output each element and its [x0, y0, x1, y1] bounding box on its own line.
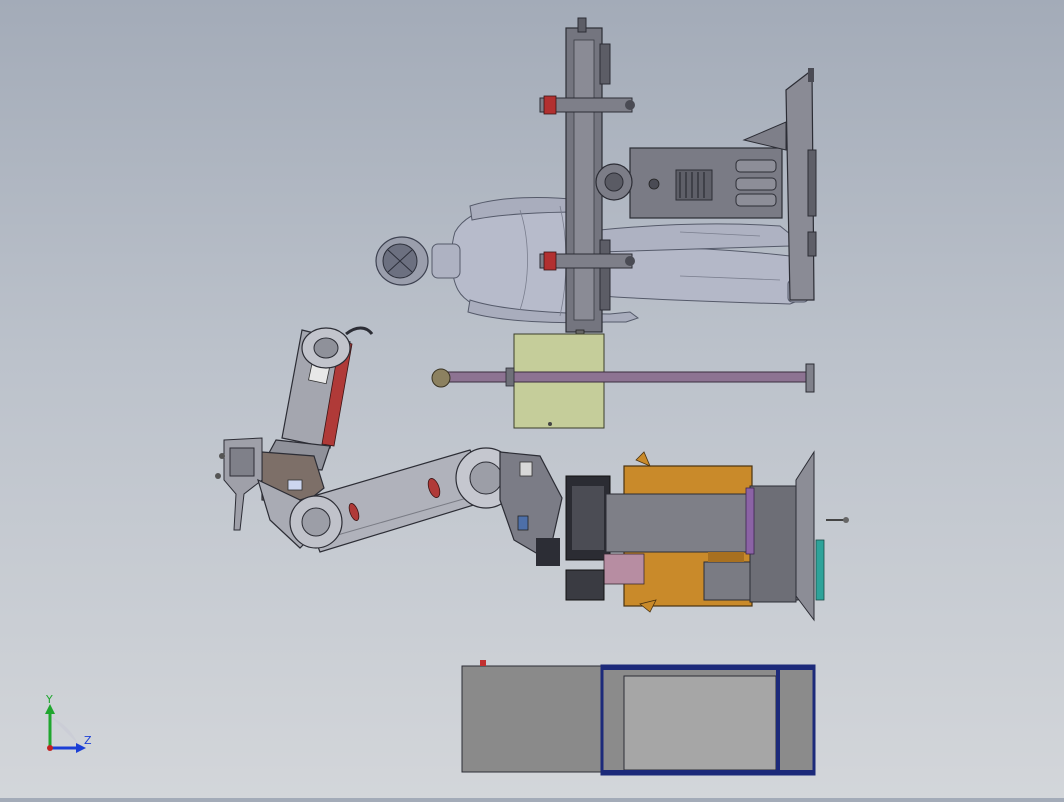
cad-viewport[interactable]: Y Z — [0, 0, 1064, 798]
horizontal-rod[interactable] — [431, 363, 815, 393]
triad-z-label: Z — [84, 734, 92, 747]
model-canvas[interactable]: Y Z — [0, 0, 1064, 798]
coordinate-triad-icon — [45, 704, 86, 753]
bottom-grey-box[interactable] — [461, 660, 611, 773]
bottom-blue-frame[interactable] — [600, 664, 816, 776]
control-panel[interactable] — [595, 147, 783, 219]
triad-y-label: Y — [45, 693, 53, 706]
